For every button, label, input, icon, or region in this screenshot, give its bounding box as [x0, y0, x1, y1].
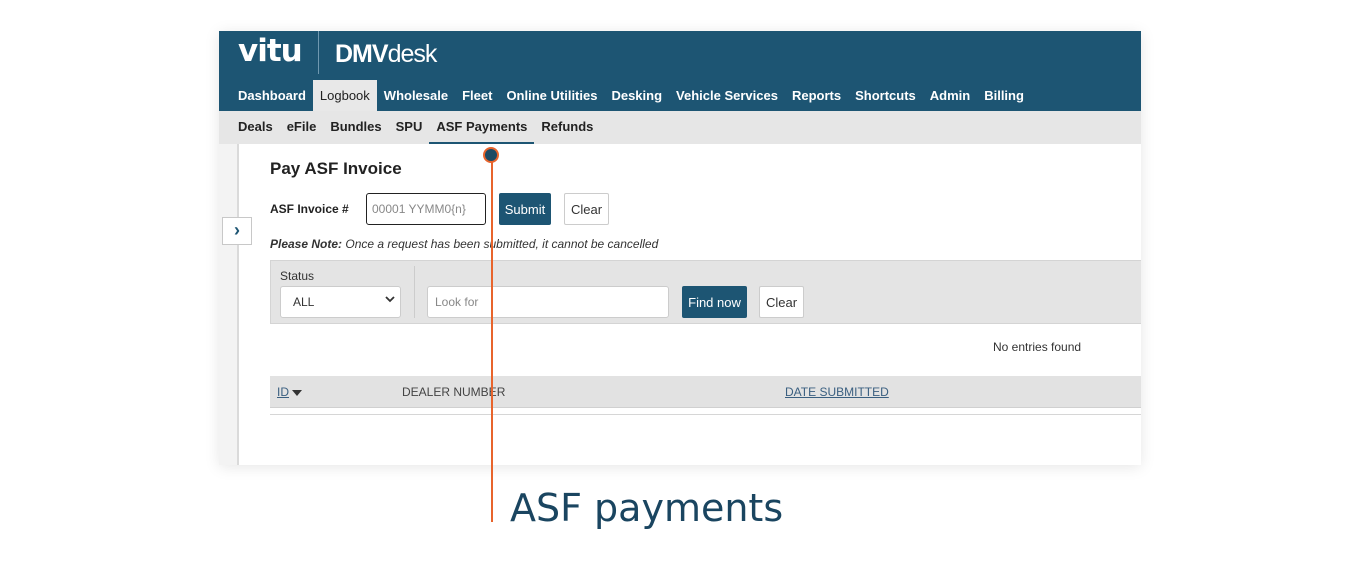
nav-item-vehicle-services[interactable]: Vehicle Services — [669, 80, 785, 111]
main-nav: Dashboard Logbook Wholesale Fleet Online… — [231, 80, 1031, 111]
filter-clear-button[interactable]: Clear — [759, 286, 804, 318]
nav-item-logbook[interactable]: Logbook — [312, 80, 377, 111]
invoice-clear-button[interactable]: Clear — [564, 193, 609, 225]
invoice-input[interactable] — [366, 193, 486, 225]
nav-item-wholesale[interactable]: Wholesale — [377, 80, 455, 111]
subnav-item-efile[interactable]: eFile — [280, 111, 324, 142]
sub-nav: Deals eFile Bundles SPU ASF Payments Ref… — [219, 111, 1141, 144]
chevron-right-icon: › — [234, 220, 240, 240]
column-header-dealer-number: DEALER NUMBER — [402, 385, 506, 399]
dmvdesk-logo-light: desk — [387, 40, 438, 68]
subnav-item-refunds[interactable]: Refunds — [534, 111, 600, 142]
note-text: Once a request has been submitted, it ca… — [345, 237, 659, 251]
submission-note: Please Note: Once a request has been sub… — [270, 237, 658, 251]
search-input[interactable] — [427, 286, 669, 318]
no-entries-message: No entries found — [993, 340, 1082, 354]
nav-item-online-utilities[interactable]: Online Utilities — [499, 80, 604, 111]
app-window: vitu DMVdesk Dashboard Logbook Wholesale… — [219, 31, 1141, 465]
top-bar: vitu DMVdesk Dashboard Logbook Wholesale… — [219, 31, 1141, 111]
filter-divider — [414, 266, 415, 318]
find-now-button[interactable]: Find now — [682, 286, 747, 318]
nav-item-reports[interactable]: Reports — [785, 80, 848, 111]
subnav-item-spu[interactable]: SPU — [389, 111, 430, 142]
left-sidebar-rail — [219, 144, 239, 465]
chevron-down-icon — [384, 293, 396, 308]
column-header-id[interactable]: ID — [277, 385, 302, 399]
dmvdesk-logo: DMVdesk — [335, 40, 438, 69]
status-select-value: ALL — [293, 295, 315, 309]
note-label: Please Note: — [270, 237, 343, 251]
nav-item-desking[interactable]: Desking — [604, 80, 669, 111]
logo-divider — [318, 31, 319, 74]
table-header: ID DEALER NUMBER DATE SUBMITTED — [270, 376, 1141, 408]
sidebar-expand-button[interactable]: › — [222, 217, 252, 245]
column-header-date-submitted[interactable]: DATE SUBMITTED — [785, 385, 889, 399]
nav-item-billing[interactable]: Billing — [977, 80, 1031, 111]
nav-item-dashboard[interactable]: Dashboard — [231, 80, 313, 111]
callout-label: ASF payments — [510, 486, 784, 530]
dmvdesk-logo-bold: DMV — [335, 40, 389, 68]
vitu-logo: vitu — [238, 33, 303, 69]
callout-line — [491, 161, 493, 522]
status-select[interactable]: ALL — [280, 286, 401, 318]
column-header-id-label: ID — [277, 385, 289, 399]
subnav-item-deals[interactable]: Deals — [231, 111, 280, 142]
nav-item-fleet[interactable]: Fleet — [455, 80, 499, 111]
callout-dot — [483, 147, 499, 163]
subnav-item-asf-payments[interactable]: ASF Payments — [429, 111, 535, 144]
invoice-label: ASF Invoice # — [270, 202, 349, 216]
table-body — [270, 408, 1141, 415]
sort-desc-icon — [292, 389, 302, 396]
status-label: Status — [280, 269, 315, 283]
nav-item-shortcuts[interactable]: Shortcuts — [848, 80, 923, 111]
page-title: Pay ASF Invoice — [270, 159, 402, 178]
subnav-item-bundles[interactable]: Bundles — [323, 111, 388, 142]
submit-button[interactable]: Submit — [499, 193, 551, 225]
nav-item-admin[interactable]: Admin — [923, 80, 977, 111]
